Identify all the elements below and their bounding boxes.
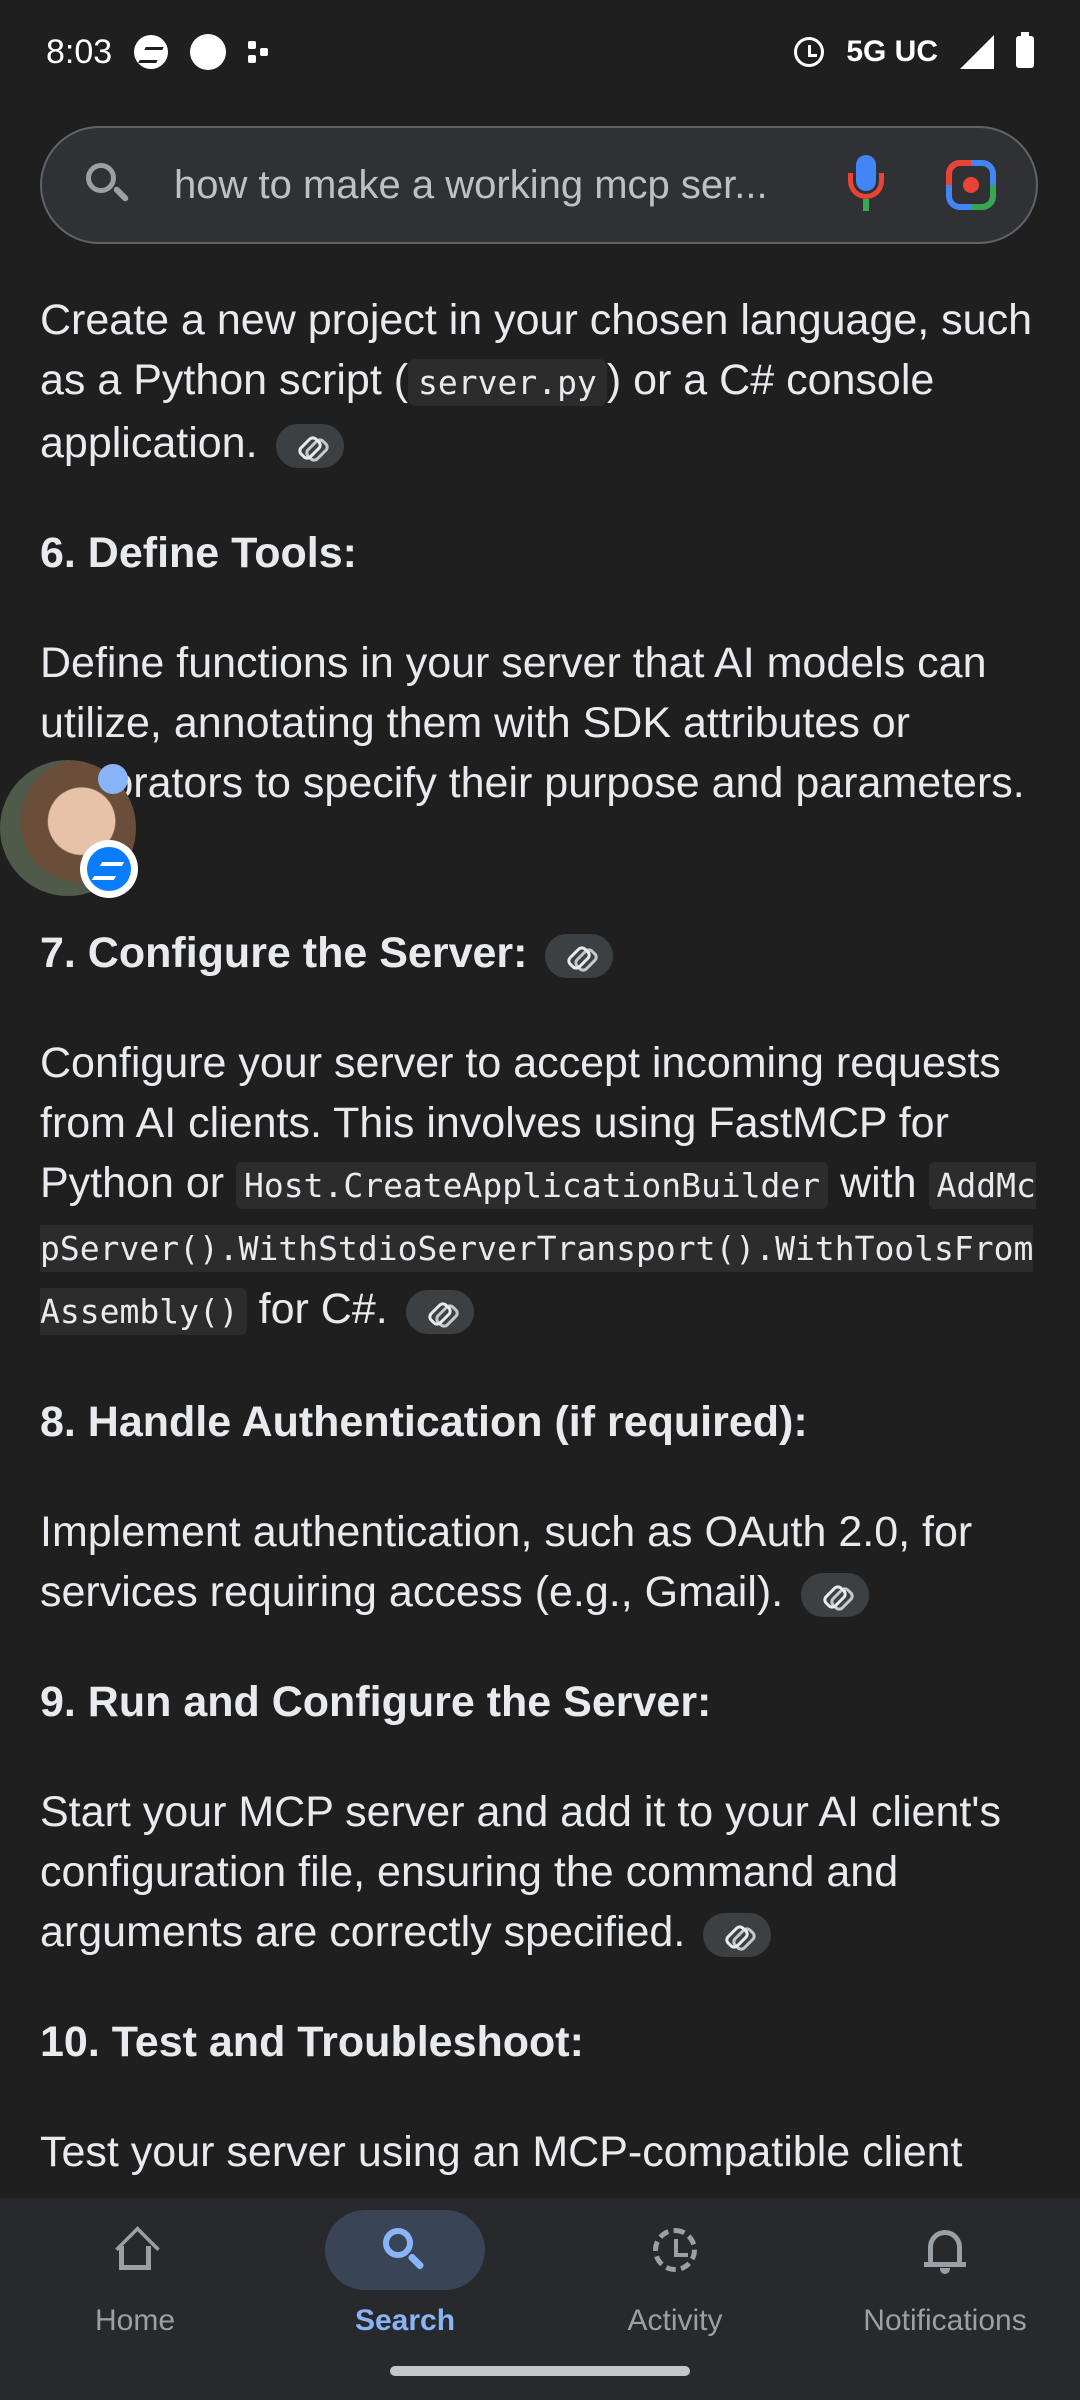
step-10-heading: 10. Test and Troubleshoot: — [40, 2018, 584, 2066]
step-6-heading: 6. Define Tools: — [40, 529, 357, 577]
step-7-text-b: with — [828, 1159, 929, 1207]
step-7-code-1: Host.CreateApplicationBuilder — [236, 1162, 829, 1209]
activity-history-icon — [653, 2228, 697, 2272]
nav-activity-label: Activity — [627, 2304, 723, 2337]
step-10-text: Test your server using an MCP-compatible… — [40, 2128, 963, 2176]
status-bar: 8:03 5G UC — [0, 0, 1080, 104]
step-6-text: Define functions in your server that AI … — [40, 639, 1025, 807]
nav-notifications-label: Notifications — [863, 2304, 1027, 2337]
step-5-code: server.py — [408, 359, 607, 406]
battery-icon — [1016, 32, 1034, 68]
circle-notification-icon — [190, 34, 227, 70]
ai-overview-content: Create a new project in your chosen lang… — [40, 290, 1040, 2200]
nav-search-icon-wrap — [325, 2210, 485, 2290]
nav-activity-icon-wrap — [595, 2210, 755, 2290]
source-link-icon[interactable] — [545, 933, 614, 978]
source-link-icon[interactable] — [275, 423, 344, 468]
step-6-paragraph: Define functions in your server that AI … — [40, 633, 1040, 873]
status-time: 8:03 — [46, 32, 113, 71]
search-icon — [82, 159, 134, 211]
messenger-notification-icon — [134, 35, 169, 69]
step-8-paragraph: Implement authentication, such as OAuth … — [40, 1502, 1040, 1622]
google-lens-icon[interactable] — [946, 160, 996, 210]
source-link-icon[interactable] — [405, 1289, 474, 1334]
microphone-icon[interactable] — [846, 155, 886, 215]
home-icon — [115, 2226, 160, 2271]
network-type: 5G UC — [846, 35, 938, 68]
bell-icon — [924, 2228, 966, 2274]
step-9-text: Start your MCP server and add it to your… — [40, 1788, 1002, 1956]
signal-icon — [960, 35, 994, 69]
step-10-paragraph: Test your server using an MCP-compatible… — [40, 2122, 1040, 2182]
chat-head-unread-dot — [98, 764, 128, 794]
nav-home-icon-wrap — [55, 2210, 215, 2290]
step-7-paragraph: Configure your server to accept incoming… — [40, 1033, 1040, 1342]
source-link-icon[interactable] — [703, 1912, 772, 1957]
nav-notifications-icon-wrap — [865, 2210, 1025, 2290]
source-link-icon[interactable] — [801, 1572, 870, 1617]
nav-search-label: Search — [354, 2304, 456, 2337]
search-input[interactable]: how to make a working mcp ser... — [174, 163, 816, 208]
alarm-icon — [794, 37, 825, 67]
step-8-heading: 8. Handle Authentication (if required): — [40, 1398, 808, 1446]
nav-home[interactable]: Home — [0, 2210, 270, 2400]
search-bar[interactable]: how to make a working mcp ser... — [40, 126, 1038, 244]
step-9-paragraph: Start your MCP server and add it to your… — [40, 1782, 1040, 1962]
app-notification-icon — [248, 41, 270, 63]
step-7-heading: 7. Configure the Server: — [40, 923, 1040, 983]
messenger-badge-icon — [80, 840, 138, 898]
gesture-home-indicator[interactable] — [390, 2366, 690, 2376]
step-7-text-c: for C#. — [246, 1285, 388, 1333]
search-icon — [383, 2228, 427, 2272]
step-9-heading: 9. Run and Configure the Server: — [40, 1678, 712, 1726]
step-5-paragraph: Create a new project in your chosen lang… — [40, 290, 1040, 473]
nav-notifications[interactable]: Notifications — [810, 2210, 1080, 2400]
nav-home-label: Home — [94, 2304, 176, 2337]
status-right: 5G UC — [794, 32, 1034, 69]
status-left: 8:03 — [46, 33, 270, 72]
step-7-heading-text: 7. Configure the Server: — [40, 929, 528, 977]
